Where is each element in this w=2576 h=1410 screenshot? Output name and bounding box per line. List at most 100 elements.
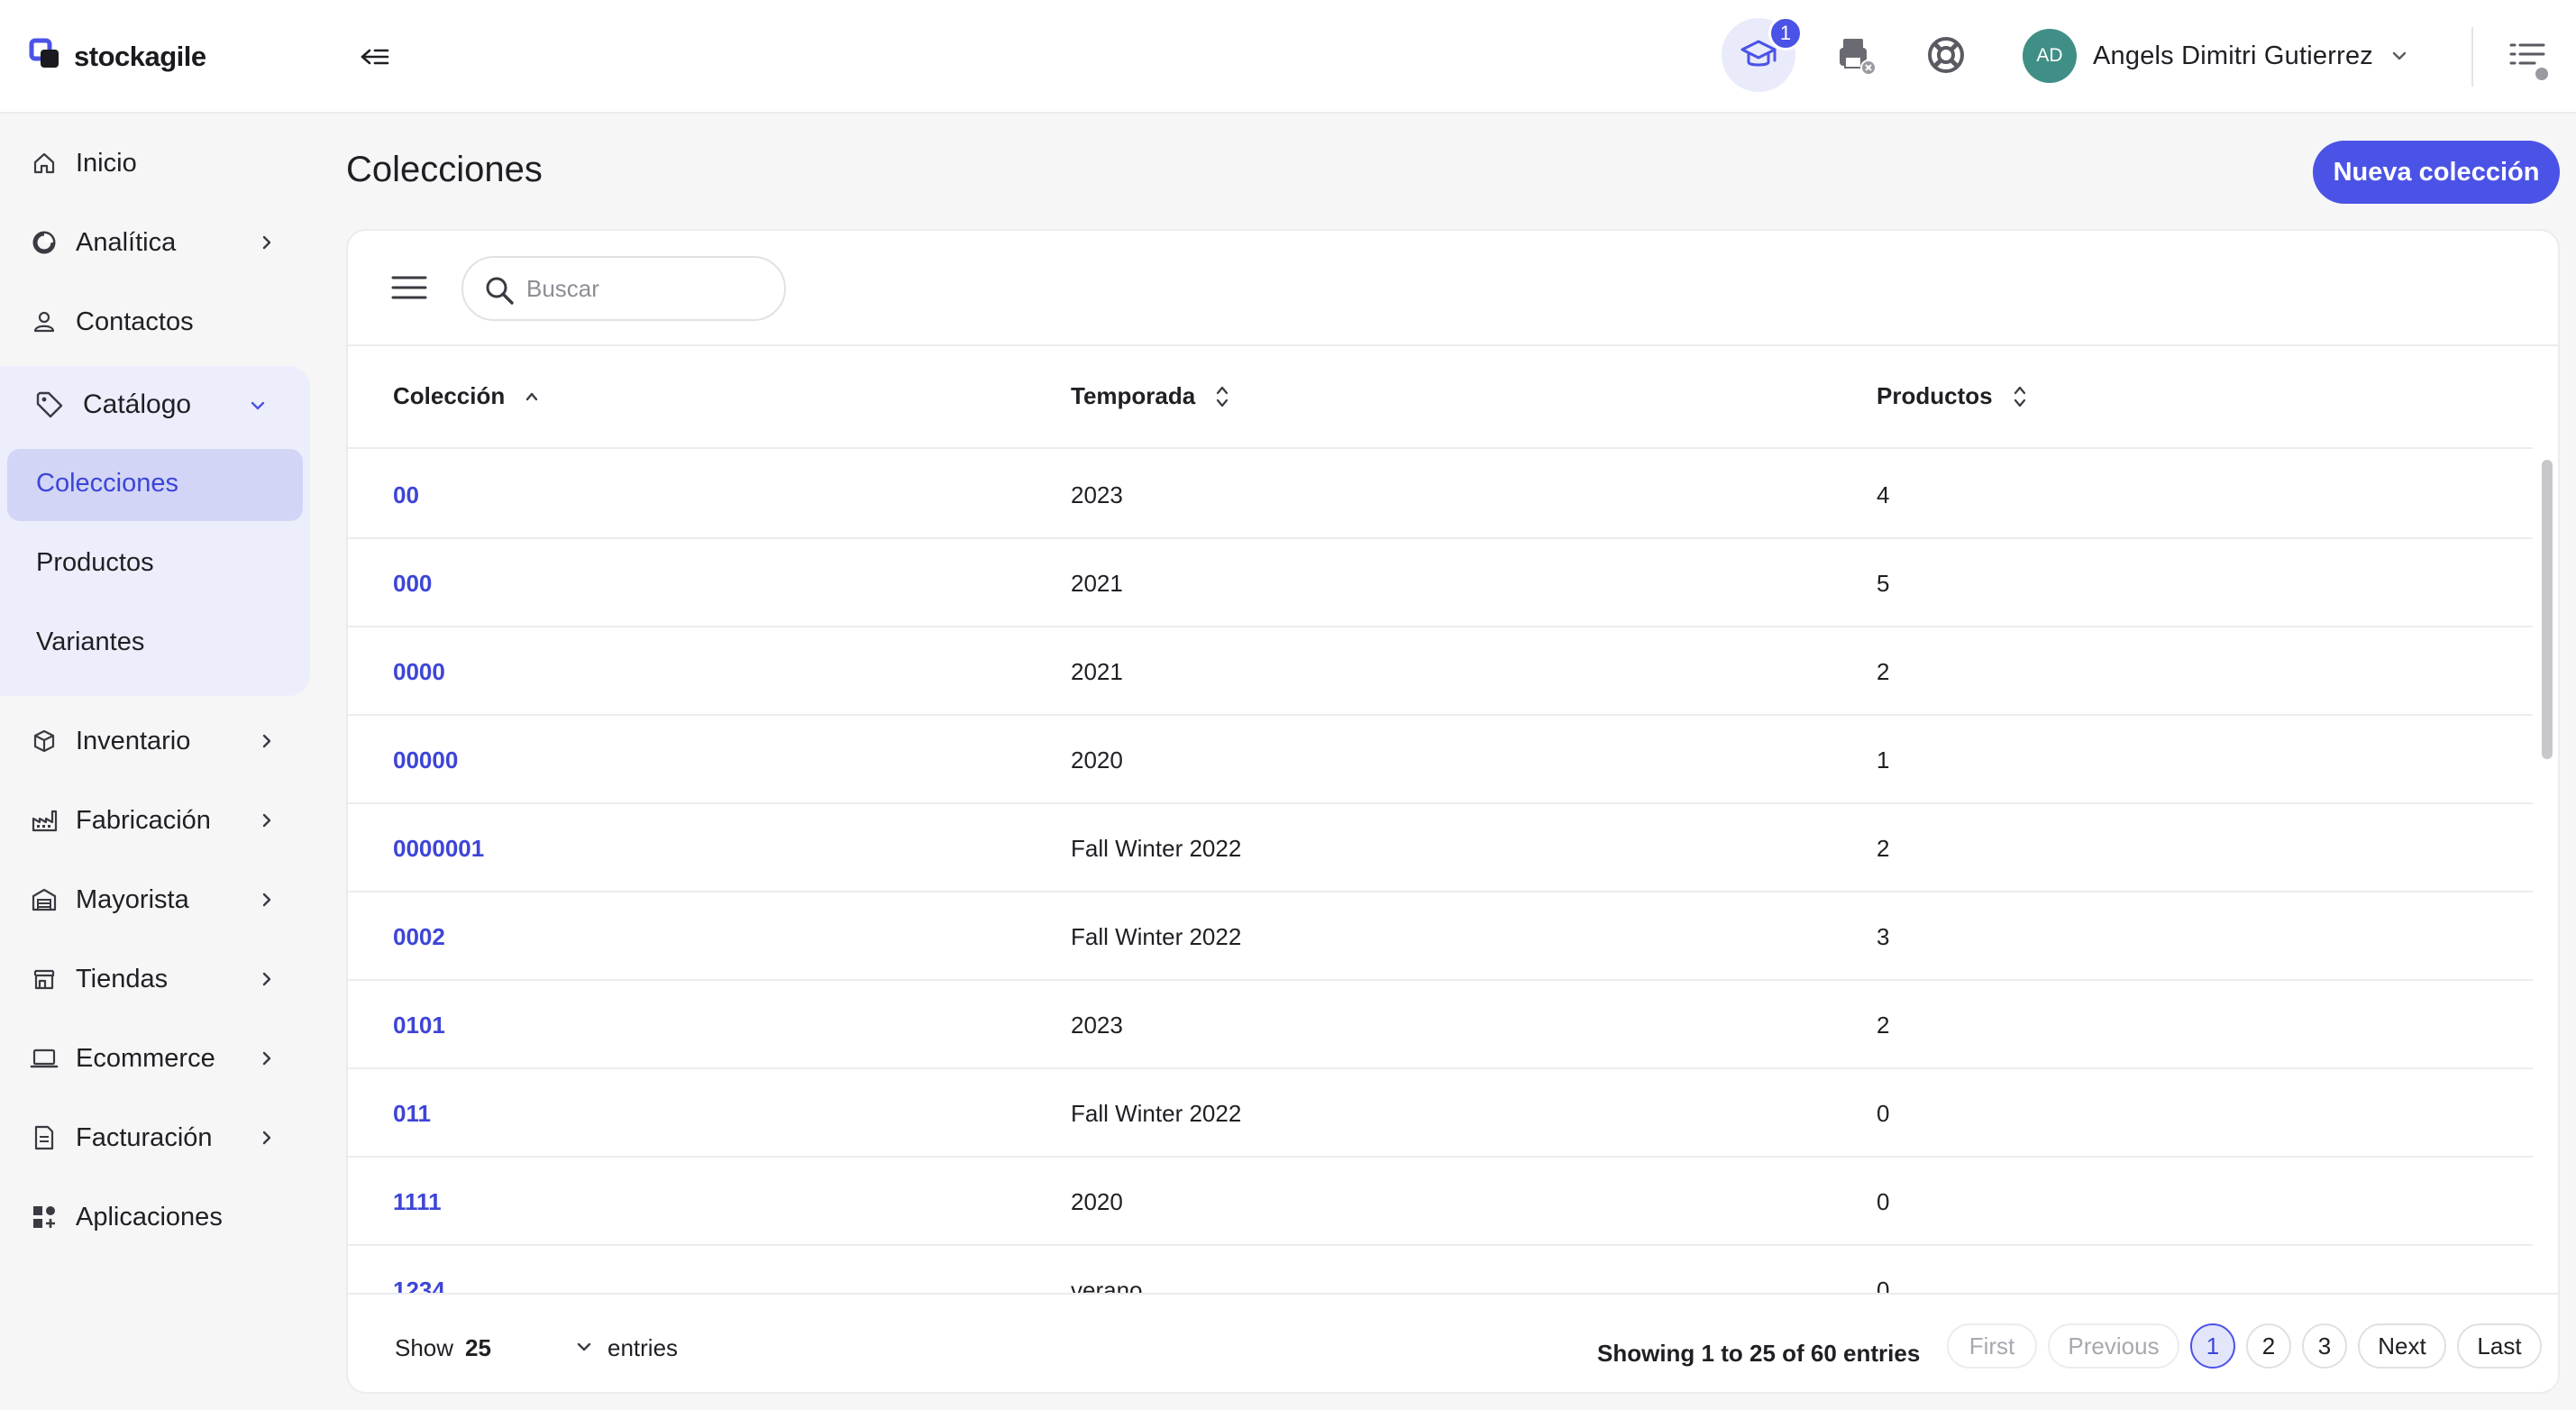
collection-link[interactable]: 0000001 bbox=[393, 835, 484, 863]
home-icon bbox=[29, 148, 59, 179]
products-count-cell: 0 bbox=[1877, 1188, 1890, 1215]
products-count-cell: 2 bbox=[1877, 1012, 1890, 1039]
collection-link[interactable]: 1111 bbox=[393, 1188, 442, 1216]
column-header-coleccion[interactable]: Colección bbox=[393, 382, 541, 410]
user-name: Angels Dimitri Gutierrez bbox=[2093, 41, 2373, 70]
sidebar-item-aplicaciones[interactable]: Aplicaciones bbox=[0, 1186, 297, 1249]
collection-link[interactable]: 0002 bbox=[393, 923, 445, 951]
sidebar-subitem-label: Variantes bbox=[36, 627, 145, 656]
pagination-previous-button[interactable]: Previous bbox=[2048, 1323, 2179, 1369]
table-footer: Show 25 entries Showing 1 to 25 of 60 en… bbox=[348, 1293, 2558, 1392]
entries-label: entries bbox=[607, 1334, 679, 1361]
table-header: Colección Temporada Productos bbox=[348, 348, 2533, 449]
table-row: 00 2023 4 bbox=[348, 451, 2533, 539]
sidebar-item-label: Catálogo bbox=[83, 389, 192, 419]
activity-panel-button[interactable] bbox=[2507, 36, 2551, 83]
columns-menu-button[interactable] bbox=[391, 272, 427, 303]
sidebar: Inicio Analítica Contactos Catálogo Cole… bbox=[0, 115, 324, 1410]
products-count-cell: 1 bbox=[1877, 746, 1890, 774]
collection-link[interactable]: 0000 bbox=[393, 658, 445, 686]
products-count-cell: 2 bbox=[1877, 658, 1890, 685]
products-count-cell: 0 bbox=[1877, 1100, 1890, 1127]
warehouse-icon bbox=[29, 884, 59, 915]
sidebar-item-inventario[interactable]: Inventario bbox=[0, 710, 297, 773]
scrollbar-thumb[interactable] bbox=[2542, 460, 2553, 759]
sort-icon bbox=[1217, 386, 1229, 407]
sidebar-item-label: Inventario bbox=[76, 726, 191, 755]
table-row: 0002 Fall Winter 2022 3 bbox=[348, 893, 2533, 981]
season-cell: 2021 bbox=[1071, 658, 1123, 685]
collection-link[interactable]: 000 bbox=[393, 570, 432, 598]
laptop-icon bbox=[29, 1043, 59, 1074]
chevron-right-icon bbox=[262, 235, 271, 250]
logo[interactable]: stockagile bbox=[29, 38, 206, 75]
sidebar-subitem-colecciones[interactable]: Colecciones bbox=[7, 449, 303, 521]
printer-disconnected-icon bbox=[1840, 39, 1877, 76]
products-count-cell: 3 bbox=[1877, 923, 1890, 950]
sidebar-item-facturacion[interactable]: Facturación bbox=[0, 1106, 297, 1169]
table-row: 0101 2023 2 bbox=[348, 981, 2533, 1069]
user-icon bbox=[29, 307, 59, 337]
sidebar-item-label: Ecommerce bbox=[76, 1043, 215, 1073]
chevron-right-icon bbox=[262, 972, 271, 986]
sidebar-item-ecommerce[interactable]: Ecommerce bbox=[0, 1027, 297, 1090]
pagination-page-2[interactable]: 2 bbox=[2246, 1323, 2291, 1369]
sidebar-item-label: Fabricación bbox=[76, 805, 211, 835]
season-cell: Fall Winter 2022 bbox=[1071, 923, 1242, 950]
printer-button[interactable] bbox=[1819, 18, 1893, 92]
sidebar-item-catalogo[interactable]: Catálogo bbox=[0, 370, 310, 442]
factory-icon bbox=[29, 805, 59, 836]
sidebar-item-label: Facturación bbox=[76, 1122, 213, 1152]
collection-link[interactable]: 00000 bbox=[393, 746, 458, 774]
list-status-icon bbox=[2509, 43, 2550, 82]
new-collection-button[interactable]: Nueva colección bbox=[2313, 141, 2560, 204]
sidebar-item-tiendas[interactable]: Tiendas bbox=[0, 948, 297, 1011]
sidebar-item-analitica[interactable]: Analítica bbox=[0, 211, 297, 274]
table-row: 1111 2020 0 bbox=[348, 1158, 2533, 1246]
box-icon bbox=[29, 726, 59, 756]
top-bar: stockagile 1 AD Angels Dimitri Gutierrez bbox=[0, 0, 2576, 114]
search-input[interactable] bbox=[526, 270, 770, 307]
collapse-sidebar-button[interactable] bbox=[357, 41, 393, 72]
table-scrollbar[interactable] bbox=[2538, 451, 2554, 1298]
column-header-productos[interactable]: Productos bbox=[1877, 382, 2029, 410]
sidebar-item-contactos[interactable]: Contactos bbox=[0, 290, 297, 353]
sort-icon bbox=[2014, 386, 2025, 407]
sidebar-subitem-label: Productos bbox=[36, 548, 154, 577]
show-label: Show bbox=[395, 1334, 454, 1361]
pagination-last-button[interactable]: Last bbox=[2457, 1323, 2542, 1369]
column-header-temporada[interactable]: Temporada bbox=[1071, 382, 1231, 410]
tag-icon bbox=[34, 389, 65, 425]
notification-badge: 1 bbox=[1768, 16, 1803, 50]
sidebar-item-label: Contactos bbox=[76, 307, 194, 336]
sidebar-item-fabricacion[interactable]: Fabricación bbox=[0, 789, 297, 852]
user-menu[interactable]: AD Angels Dimitri Gutierrez bbox=[2023, 29, 2409, 83]
pagination-first-button[interactable]: First bbox=[1947, 1323, 2037, 1369]
sidebar-subitem-productos[interactable]: Productos bbox=[7, 528, 303, 600]
pagination-page-3[interactable]: 3 bbox=[2302, 1323, 2347, 1369]
table-row: 1234 verano 0 bbox=[348, 1246, 2533, 1298]
season-cell: Fall Winter 2022 bbox=[1071, 835, 1242, 862]
page-title: Colecciones bbox=[346, 150, 543, 189]
table-row: 0000001 Fall Winter 2022 2 bbox=[348, 804, 2533, 893]
collection-link[interactable]: 00 bbox=[393, 481, 419, 509]
table-row: 011 Fall Winter 2022 0 bbox=[348, 1069, 2533, 1158]
sidebar-item-inicio[interactable]: Inicio bbox=[0, 132, 297, 195]
chevron-right-icon bbox=[262, 893, 271, 907]
pagination-page-1[interactable]: 1 bbox=[2190, 1323, 2235, 1369]
help-button[interactable] bbox=[1909, 18, 1983, 92]
chevron-down-icon bbox=[251, 401, 265, 410]
season-cell: 2020 bbox=[1071, 1188, 1123, 1215]
pagination-info: Showing 1 to 25 of 60 entries bbox=[1597, 1340, 1921, 1367]
pagination-next-button[interactable]: Next bbox=[2358, 1323, 2446, 1369]
sidebar-item-mayorista[interactable]: Mayorista bbox=[0, 868, 297, 931]
collection-link[interactable]: 011 bbox=[393, 1100, 431, 1128]
chevron-right-icon bbox=[262, 1051, 271, 1066]
collection-link[interactable]: 0101 bbox=[393, 1012, 445, 1039]
sidebar-subitem-variantes[interactable]: Variantes bbox=[7, 608, 303, 680]
collapse-arrow-icon bbox=[361, 49, 389, 65]
top-divider bbox=[2471, 27, 2473, 87]
sidebar-item-label: Tiendas bbox=[76, 964, 169, 993]
search-box[interactable] bbox=[461, 256, 786, 321]
store-icon bbox=[29, 964, 59, 994]
